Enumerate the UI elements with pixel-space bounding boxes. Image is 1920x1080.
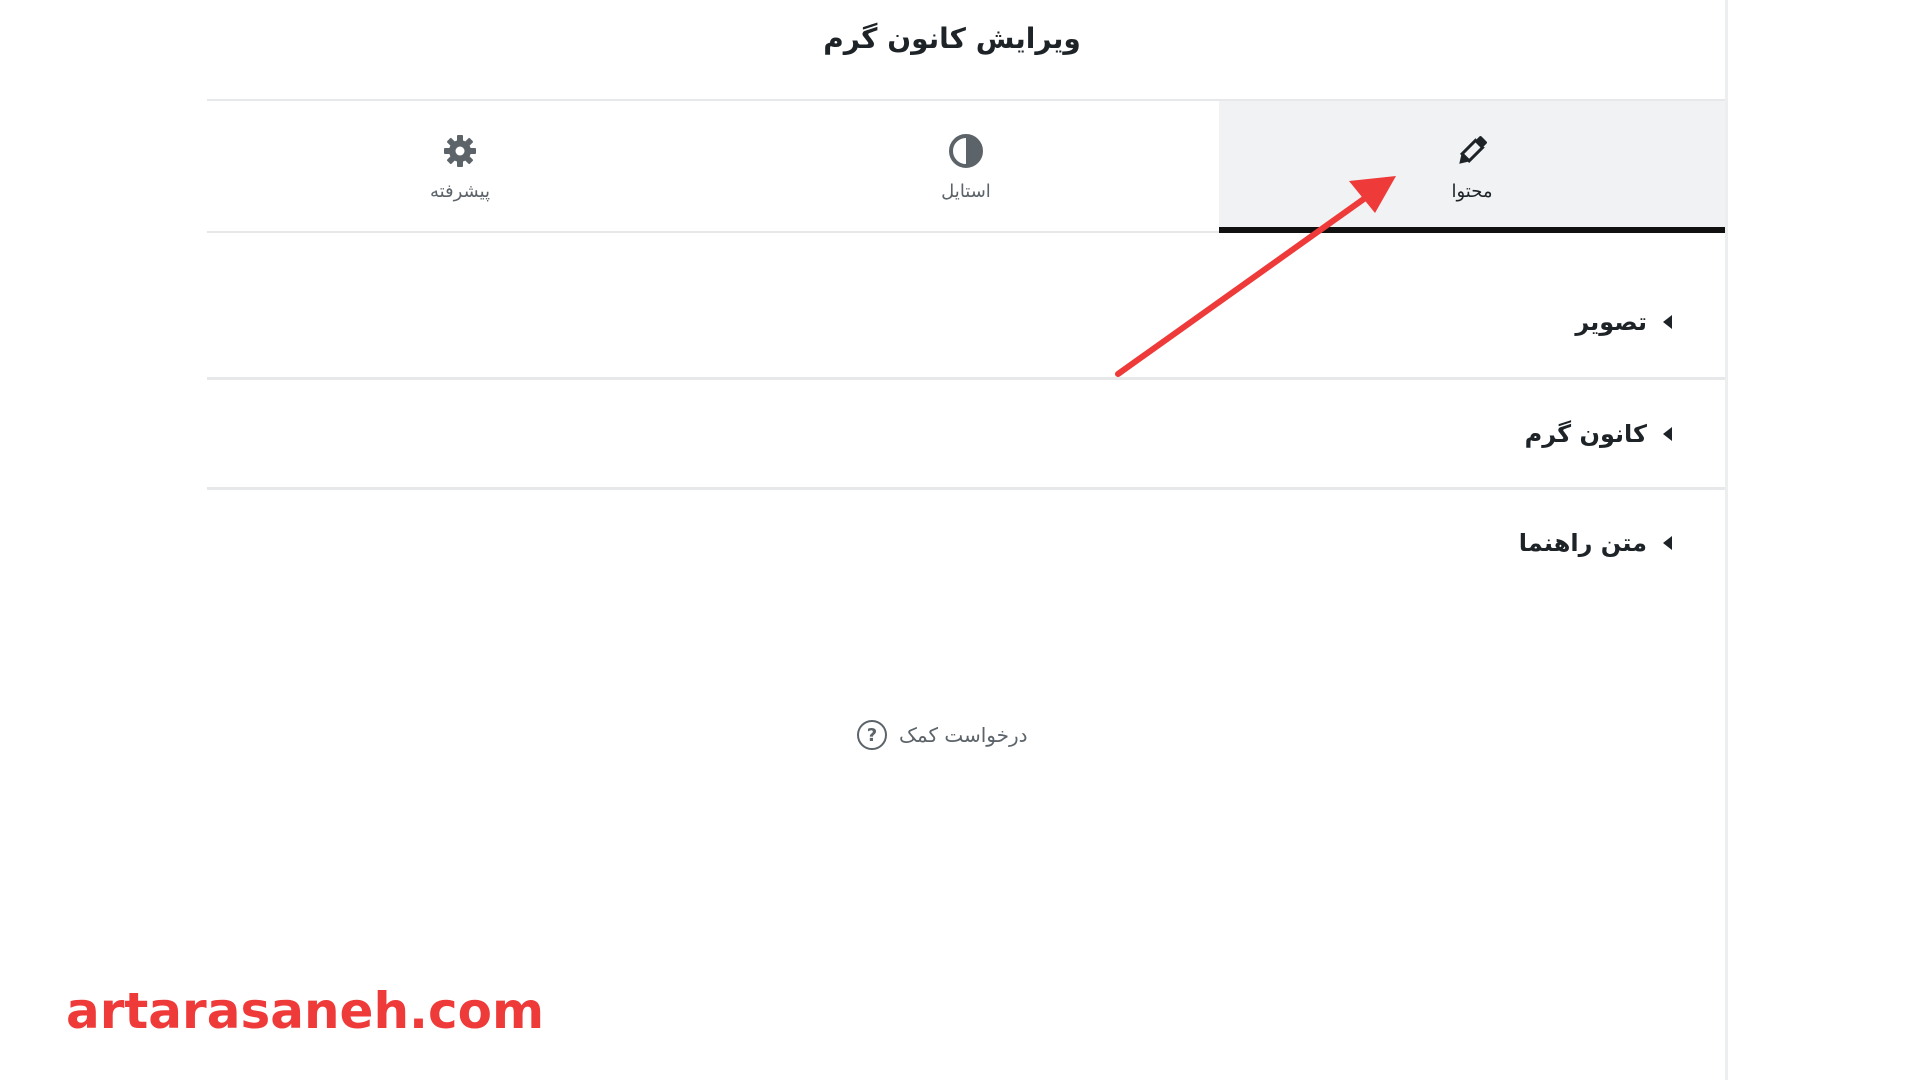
watermark-text: artarasaneh.com [66,982,545,1040]
caret-left-icon [1663,315,1672,329]
gear-icon [444,134,476,167]
help-label: درخواست کمک [899,723,1028,747]
elementor-editor-panel: ویرایش کانون گرم پیشرفته استایل محتوا تص… [207,0,1725,1080]
screen: ویرایش کانون گرم پیشرفته استایل محتوا تص… [0,0,1920,1080]
section-divider [207,487,1725,490]
half-circle-style-icon [949,133,983,168]
section-image[interactable]: تصویر [207,304,1725,340]
question-circle-icon: ? [857,720,887,750]
pencil-icon [1459,135,1487,164]
tab-content[interactable]: محتوا [1219,101,1725,233]
tab-label: محتوا [1451,180,1493,202]
section-tooltip-text[interactable]: متن راهنما [207,525,1725,561]
section-label: تصویر [1575,308,1647,336]
help-link[interactable]: ? درخواست کمک [857,720,1028,750]
section-divider [207,377,1725,380]
panel-border [1725,0,1728,1080]
panel-title: ویرایش کانون گرم [823,22,1081,55]
tab-label: پیشرفته [429,180,491,202]
panel-tabs: پیشرفته استایل محتوا [207,99,1725,233]
section-hotspot[interactable]: کانون گرم [207,416,1725,452]
tab-style[interactable]: استایل [713,101,1219,231]
section-label: متن راهنما [1518,529,1647,557]
caret-left-icon [1663,536,1672,550]
tab-advanced[interactable]: پیشرفته [207,101,713,231]
section-label: کانون گرم [1524,420,1647,448]
tab-label: استایل [941,180,991,202]
caret-left-icon [1663,427,1672,441]
